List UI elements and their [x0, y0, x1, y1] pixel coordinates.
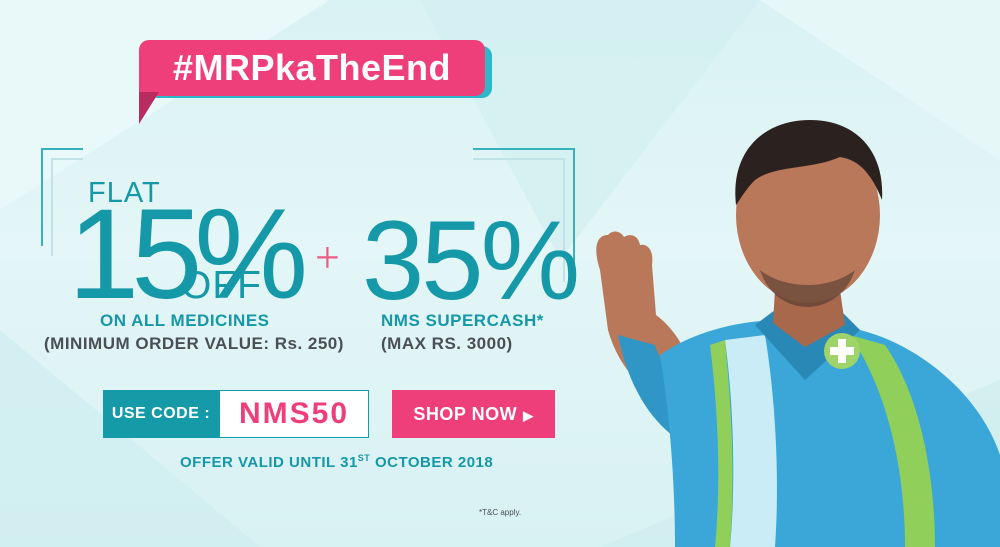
max-cap-text: (MAX RS. 3000) [381, 334, 513, 353]
play-arrow-icon: ▶ [523, 408, 534, 423]
supercash-percent: 35% [362, 198, 580, 323]
promo-code[interactable]: NMS50 [219, 390, 369, 438]
ribbon-tail [139, 92, 159, 124]
discount-asterisk: * [265, 258, 274, 283]
use-code-label: USE CODE : [103, 390, 219, 438]
hashtag-ribbon: #MRPkaTheEnd [139, 40, 485, 96]
validity-ordinal: ST [357, 453, 371, 463]
shop-now-button[interactable]: SHOP NOW ▶ [392, 390, 555, 438]
ambassador-image [596, 120, 1000, 547]
validity-suffix: OCTOBER 2018 [370, 454, 494, 471]
all-medicines-text: ON ALL MEDICINES [100, 311, 270, 330]
supercash-text: NMS SUPERCASH* [381, 311, 544, 330]
terms-note: *T&C apply. [479, 508, 522, 517]
validity-prefix: OFFER VALID UNTIL 31 [180, 454, 358, 471]
plus-sign: + [315, 233, 340, 282]
minimum-order-text: (MINIMUM ORDER VALUE: Rs. 250) [44, 334, 344, 353]
off-label: OFF [181, 264, 262, 307]
offer-validity: OFFER VALID UNTIL 31ST OCTOBER 2018 [180, 453, 493, 471]
promo-banner[interactable]: #MRPkaTheEnd FLAT 15% OFF * ON ALL MEDIC… [0, 0, 1000, 547]
shop-now-label: SHOP NOW [413, 404, 518, 424]
